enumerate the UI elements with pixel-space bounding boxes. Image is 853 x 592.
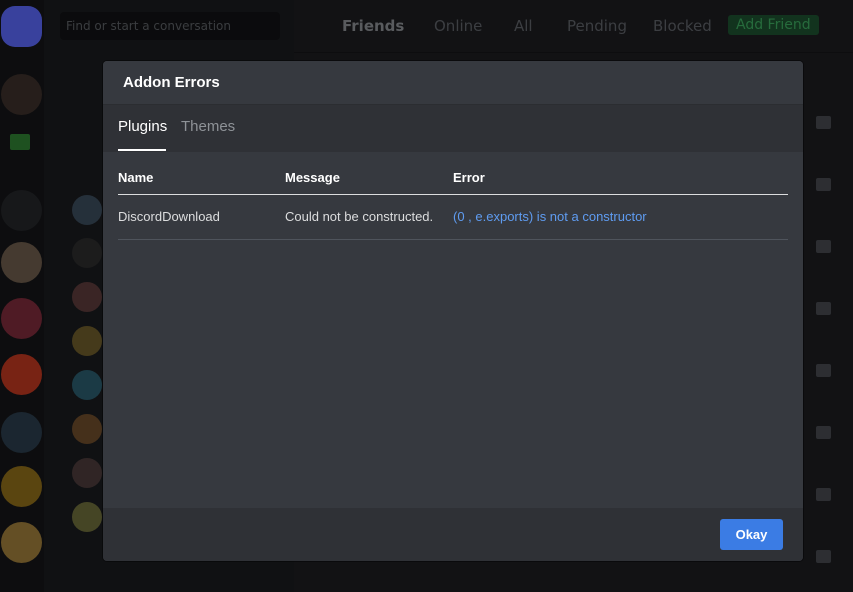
header-divider bbox=[118, 194, 788, 195]
modal-tab-bar: Plugins Themes bbox=[103, 105, 803, 152]
modal-footer: Okay bbox=[103, 508, 803, 561]
row-message: Could not be constructed. bbox=[285, 209, 434, 224]
active-tab-indicator bbox=[118, 149, 166, 151]
row-divider bbox=[118, 239, 788, 240]
okay-button[interactable]: Okay bbox=[720, 519, 783, 550]
tab-themes[interactable]: Themes bbox=[181, 118, 235, 135]
column-header-error: Error bbox=[453, 170, 485, 185]
modal-title: Addon Errors bbox=[123, 74, 220, 91]
column-header-name: Name bbox=[118, 170, 154, 185]
addon-errors-modal: Addon Errors Plugins Themes Name Message… bbox=[103, 61, 803, 561]
tab-plugins[interactable]: Plugins bbox=[118, 118, 167, 135]
error-table: Name Message Error DiscordDownload Could… bbox=[103, 152, 803, 508]
row-name: DiscordDownload bbox=[118, 209, 220, 224]
column-header-message: Message bbox=[285, 170, 340, 185]
row-error-link[interactable]: (0 , e.exports) is not a constructor bbox=[453, 209, 647, 224]
modal-header: Addon Errors bbox=[103, 61, 803, 105]
